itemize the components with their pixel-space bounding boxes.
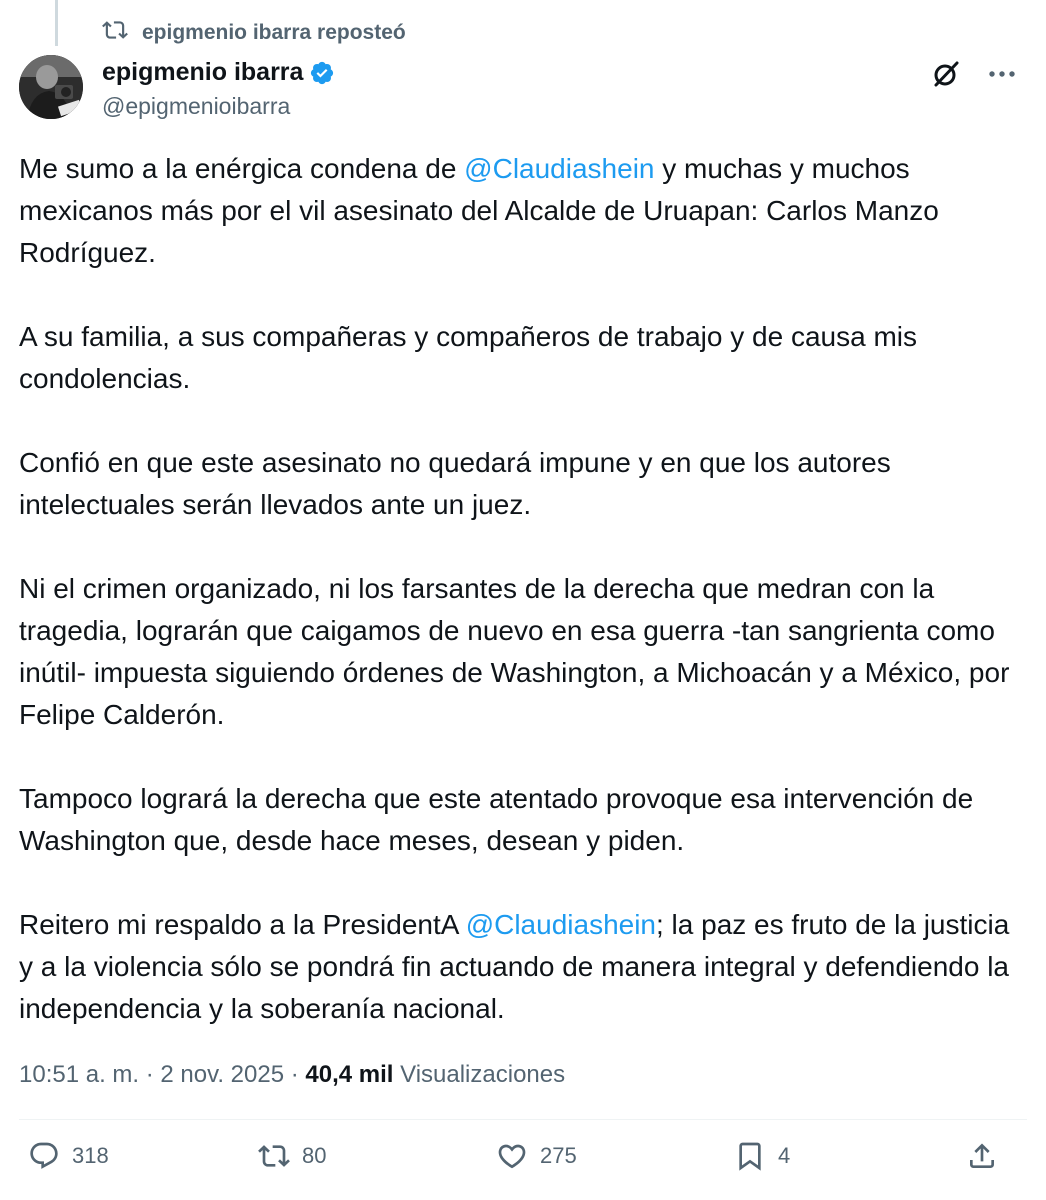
bookmark-button[interactable]: 4 — [734, 1140, 790, 1172]
like-button[interactable]: 275 — [496, 1140, 577, 1172]
thread-line — [55, 0, 58, 46]
repost-icon — [102, 17, 128, 49]
post-date[interactable]: 2 nov. 2025 — [160, 1061, 284, 1088]
post-meta: 10:51 a. m. · 2 nov. 2025 · 40,4 mil Vis… — [19, 1061, 566, 1088]
repost-context[interactable]: epigmenio ibarra reposteó — [102, 18, 406, 48]
author-handle[interactable]: @epigmenioibarra — [102, 93, 290, 120]
post-paragraph: Ni el crimen organizado, ni los farsante… — [19, 573, 1010, 730]
like-icon — [496, 1140, 528, 1172]
grok-icon[interactable] — [930, 58, 962, 90]
share-icon — [966, 1140, 998, 1172]
action-bar: 318 80 275 4 — [0, 1140, 1046, 1188]
verified-badge-icon — [309, 60, 335, 86]
repost-button[interactable]: 80 — [258, 1140, 326, 1172]
bookmark-count: 4 — [778, 1143, 791, 1168]
post-time[interactable]: 10:51 a. m. — [19, 1061, 139, 1088]
post-paragraph: Me sumo a la enérgica condena de @Claudi… — [19, 153, 939, 268]
like-count: 275 — [540, 1143, 577, 1168]
repost-count: 80 — [302, 1143, 327, 1168]
divider — [19, 1119, 1027, 1120]
avatar[interactable] — [19, 55, 83, 119]
mention-link[interactable]: @Claudiashein — [466, 909, 656, 940]
reply-button[interactable]: 318 — [28, 1140, 109, 1172]
share-button[interactable] — [966, 1140, 998, 1172]
post-paragraph: Tampoco logrará la derecha que este aten… — [19, 783, 974, 856]
post-text: Me sumo a la enérgica condena de @Claudi… — [19, 148, 1019, 1030]
more-icon[interactable] — [988, 69, 1016, 79]
repost-icon — [258, 1140, 290, 1172]
author-name[interactable]: epigmenio ibarra — [102, 58, 303, 87]
mention-link[interactable]: @Claudiashein — [464, 153, 654, 184]
reply-icon — [28, 1140, 60, 1172]
post-paragraph: Confió en que este asesinato no quedará … — [19, 447, 891, 520]
views-label: Visualizaciones — [400, 1061, 566, 1088]
bookmark-icon — [734, 1140, 766, 1172]
post-paragraph: A su familia, a sus compañeras y compañe… — [19, 321, 917, 394]
reply-count: 318 — [72, 1143, 109, 1168]
post-paragraph: Reitero mi respaldo a la PresidentA @Cla… — [19, 909, 1010, 1024]
repost-label: epigmenio ibarra reposteó — [142, 21, 406, 44]
views-count: 40,4 mil — [305, 1061, 394, 1088]
